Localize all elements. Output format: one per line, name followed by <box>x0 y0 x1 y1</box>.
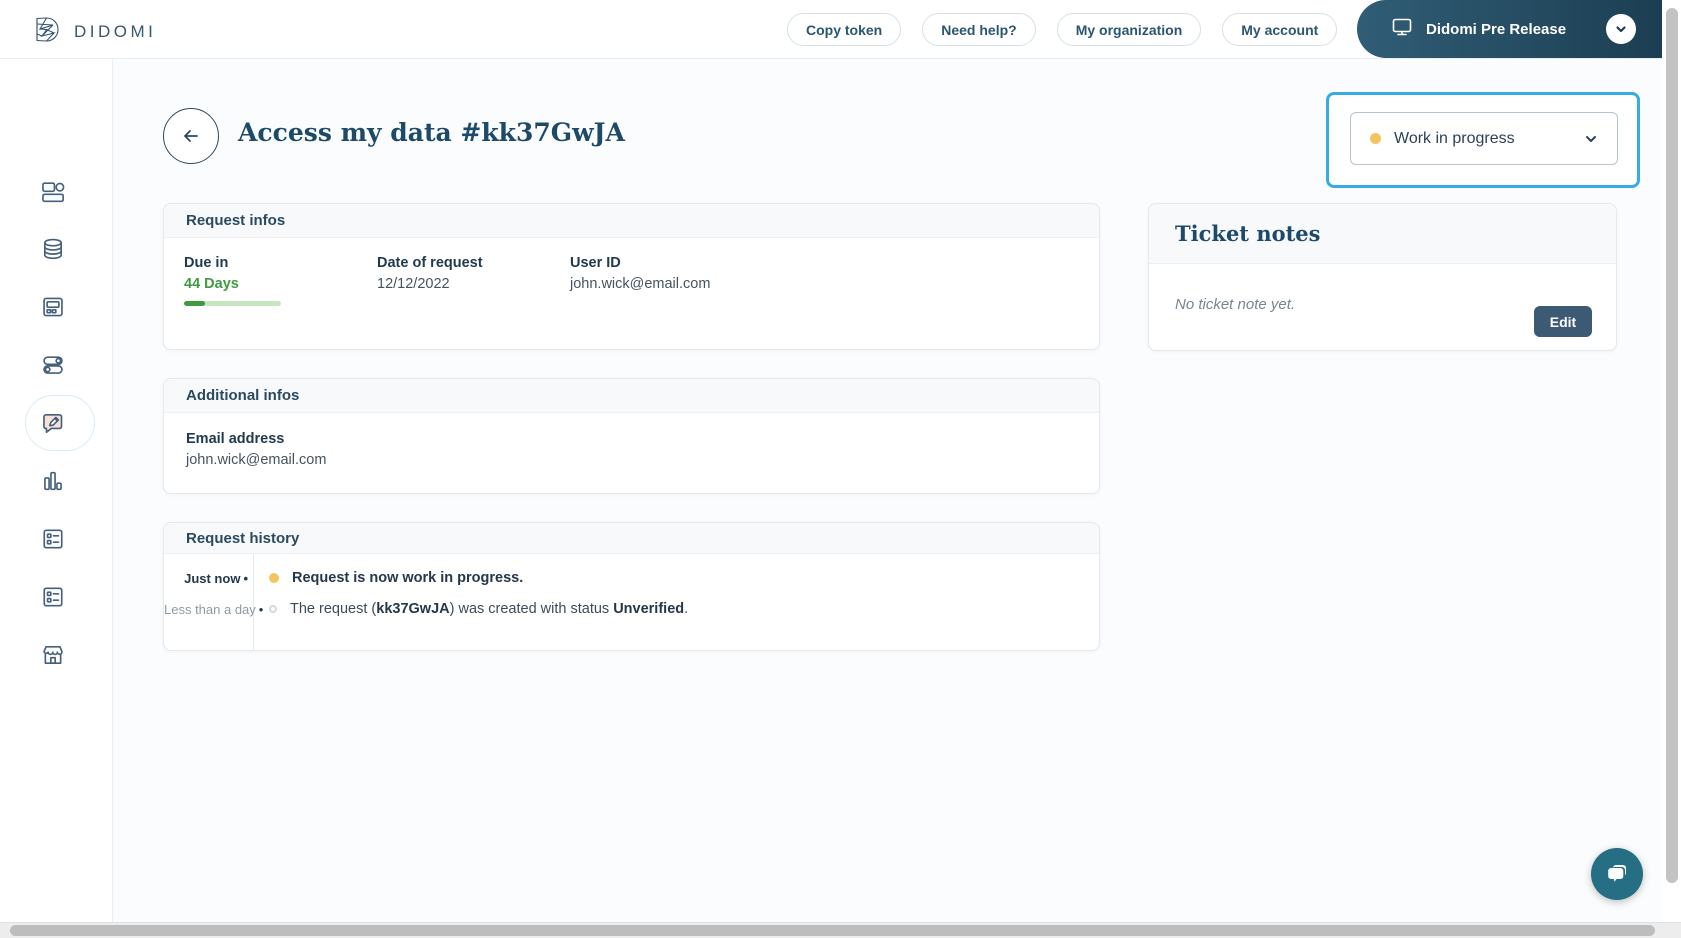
due-in-progress-fill <box>184 301 206 306</box>
event-status-dot-icon <box>269 573 279 583</box>
request-infos-title: Request infos <box>164 204 1099 238</box>
ticket-notes-title: Ticket notes <box>1149 204 1616 264</box>
sidebar-item-data[interactable] <box>41 237 65 261</box>
user-id-label: User ID <box>570 255 621 271</box>
vertical-scrollbar <box>1662 0 1681 922</box>
chat-launcher-button[interactable] <box>1591 848 1643 900</box>
email-address-label: Email address <box>186 431 285 447</box>
logo-wordmark: DIDOMI <box>74 22 157 41</box>
due-in-value: 44 Days <box>184 276 239 292</box>
sidebar <box>0 59 113 922</box>
toggles-icon <box>43 356 63 374</box>
sidebar-item-analytics[interactable] <box>41 469 65 493</box>
ticket-notes-body: No ticket note yet. Edit <box>1149 264 1616 350</box>
event-message: Request is now work in progress. <box>292 570 524 586</box>
environment-label: Didomi Pre Release <box>1426 20 1567 38</box>
due-in-label: Due in <box>184 255 229 271</box>
additional-infos-body: Email address john.wick@email.com <box>164 413 1099 468</box>
date-of-request-field: Date of request 12/12/2022 <box>377 255 570 306</box>
additional-infos-card: Additional infos Email address john.wick… <box>163 378 1100 494</box>
request-history-card: Request history Just now • Request is now… <box>163 522 1100 651</box>
didomi-logo-icon <box>33 16 60 48</box>
sidebar-item-requests[interactable] <box>41 411 65 435</box>
chevron-down-icon <box>1616 26 1626 33</box>
top-bar: DIDOMI Copy token Need help? My organiza… <box>0 0 1681 59</box>
due-in-progressbar <box>184 301 281 306</box>
date-of-request-value: 12/12/2022 <box>377 276 450 292</box>
monitor-icon <box>1391 16 1413 43</box>
my-organization-button[interactable]: My organization <box>1056 13 1202 46</box>
message-edit-icon <box>43 414 63 434</box>
storefront-icon <box>43 646 63 664</box>
additional-infos-title: Additional infos <box>164 379 1099 413</box>
sidebar-item-preferences[interactable] <box>41 353 65 377</box>
date-of-request-label: Date of request <box>377 255 483 271</box>
sidebar-item-dashboard[interactable] <box>41 179 65 203</box>
form-list-icon <box>43 587 63 607</box>
event-timestamp: Just now • <box>184 570 248 586</box>
event-timestamp: Less than a day • <box>164 601 264 617</box>
back-button[interactable] <box>163 108 219 164</box>
dashboard-icon <box>42 182 65 203</box>
event-message: The request (kk37GwJA) was created with … <box>290 601 689 617</box>
history-event-row: Just now • Request is now work in progres… <box>164 567 1099 589</box>
sidebar-item-compliance[interactable] <box>41 585 65 609</box>
didomi-logo: DIDOMI <box>33 16 156 48</box>
status-selected-value: Work in progress <box>1394 129 1515 147</box>
copy-token-button[interactable]: Copy token <box>787 13 902 46</box>
environment-panel[interactable]: Didomi Pre Release <box>1357 0 1662 58</box>
database-icon <box>44 238 62 260</box>
environment-expander[interactable] <box>1606 14 1636 44</box>
request-history-title: Request history <box>164 523 1099 554</box>
bar-chart-icon <box>44 471 62 491</box>
event-status-dot-icon <box>269 605 277 613</box>
horizontal-scrollbar <box>0 922 1681 938</box>
widget-console-icon <box>43 297 63 317</box>
request-history-timeline: Just now • Request is now work in progres… <box>164 554 1099 650</box>
status-dropdown[interactable]: Work in progress <box>1350 112 1618 165</box>
sidebar-item-reports[interactable] <box>41 527 65 551</box>
email-address-value: john.wick@email.com <box>186 452 327 468</box>
top-nav: Copy token Need help? My organization My… <box>787 13 1338 46</box>
request-infos-card: Request infos Due in 44 Days Date of req… <box>163 203 1100 350</box>
edit-note-button[interactable]: Edit <box>1534 306 1592 337</box>
request-infos-body: Due in 44 Days Date of request 12/12/202… <box>164 238 1099 306</box>
vertical-scrollbar-thumb[interactable] <box>1666 8 1678 883</box>
arrow-left-icon <box>184 130 198 142</box>
chat-bubbles-icon <box>1608 865 1626 882</box>
ticket-notes-card: Ticket notes No ticket note yet. Edit <box>1148 203 1617 351</box>
sidebar-item-console[interactable] <box>41 295 65 319</box>
ticket-notes-empty-text: No ticket note yet. <box>1175 296 1296 313</box>
chevron-down-icon <box>1586 135 1596 142</box>
sidebar-item-marketplace[interactable] <box>41 643 65 667</box>
user-id-value: john.wick@email.com <box>570 276 711 292</box>
my-account-button[interactable]: My account <box>1222 13 1338 46</box>
due-in-field: Due in 44 Days <box>184 255 377 306</box>
status-dropdown-highlight: Work in progress <box>1326 92 1640 188</box>
need-help-button[interactable]: Need help? <box>922 13 1036 46</box>
horizontal-scrollbar-thumb[interactable] <box>10 925 1655 936</box>
status-dot-icon <box>1370 133 1381 144</box>
form-list-icon <box>43 529 63 549</box>
page-title: Access my data #kk37GwJA <box>238 118 625 147</box>
history-event-row: Less than a day • The request (kk37GwJA) … <box>164 598 1099 620</box>
user-id-field: User ID john.wick@email.com <box>570 255 763 306</box>
